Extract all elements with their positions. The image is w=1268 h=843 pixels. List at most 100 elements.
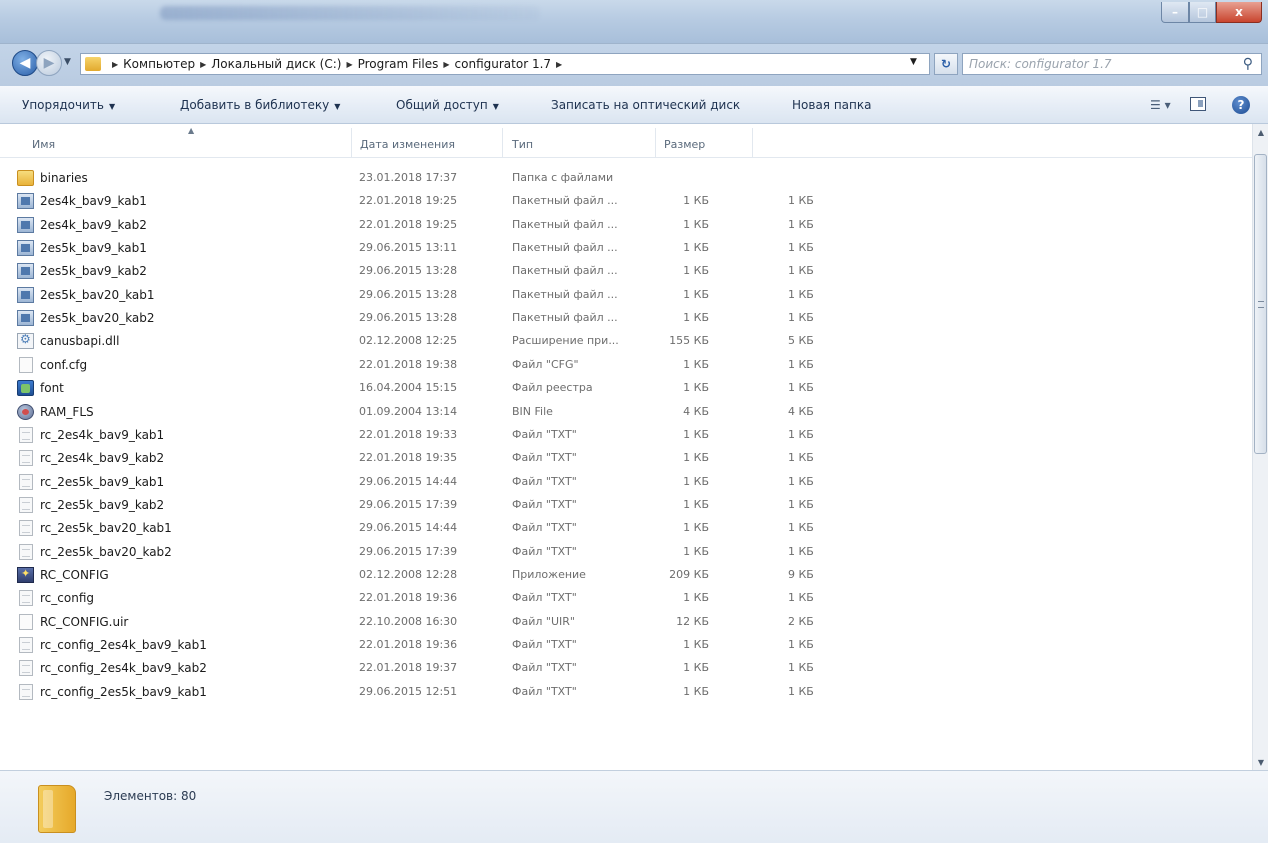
- search-icon[interactable]: ⚲: [1243, 56, 1253, 72]
- file-type: Расширение при...: [512, 334, 619, 348]
- folder-file-icon: [17, 170, 34, 186]
- file-size-on-disk: 1 КБ: [788, 544, 814, 558]
- file-name: font: [40, 381, 64, 396]
- file-type: Пакетный файл ...: [512, 217, 618, 231]
- column-size[interactable]: Размер: [664, 138, 705, 151]
- txt-file-icon: [19, 590, 33, 607]
- search-input[interactable]: Поиск: configurator 1.7 ⚲: [962, 53, 1262, 75]
- file-row[interactable]: 2es4k_bav9_kab1 22.01.2018 19:25 Пакетный …: [0, 190, 1252, 213]
- organize-button[interactable]: Упорядочить ▼: [22, 98, 115, 112]
- column-divider[interactable]: [752, 128, 753, 158]
- forward-button[interactable]: ▶: [36, 50, 62, 76]
- burn-button[interactable]: Записать на оптический диск: [551, 98, 740, 112]
- file-name: conf.cfg: [40, 357, 88, 372]
- column-type[interactable]: Тип: [512, 138, 533, 151]
- file-row[interactable]: conf.cfg 22.01.2018 19:38 Файл "CFG" 1 КБ 1 …: [0, 354, 1252, 377]
- vertical-scrollbar[interactable]: ▲ ▼: [1252, 124, 1268, 770]
- file-size: 1 КБ: [683, 311, 709, 325]
- file-row[interactable]: 2es5k_bav9_kab1 29.06.2015 13:11 Пакетный …: [0, 237, 1252, 260]
- file-type: Файл "UIR": [512, 614, 575, 628]
- file-row[interactable]: rc_config_2es4k_bav9_kab2 22.01.2018 19:3…: [0, 657, 1252, 680]
- file-name: rc_2es5k_bav20_kab2: [40, 544, 172, 559]
- file-size-on-disk: 1 КБ: [788, 311, 814, 325]
- scroll-up-icon[interactable]: ▲: [1253, 124, 1268, 140]
- file-size: 1 КБ: [683, 661, 709, 675]
- breadcrumb-program-files[interactable]: Program Files ▶: [358, 57, 455, 71]
- scroll-down-icon[interactable]: ▼: [1253, 754, 1268, 770]
- file-size-on-disk: 1 КБ: [788, 287, 814, 301]
- column-date[interactable]: Дата изменения: [360, 138, 455, 151]
- file-size-on-disk: 1 КБ: [788, 661, 814, 675]
- close-button[interactable]: x: [1216, 2, 1262, 23]
- refresh-button[interactable]: ↻: [934, 53, 958, 75]
- file-size: 1 КБ: [683, 381, 709, 395]
- recent-pages-dropdown-icon[interactable]: ▼: [64, 57, 71, 67]
- breadcrumb-configurator[interactable]: configurator 1.7 ▶: [455, 57, 568, 71]
- breadcrumb-computer[interactable]: Компьютер ▶: [123, 57, 211, 71]
- file-row[interactable]: rc_config_2es4k_bav9_kab1 22.01.2018 19:3…: [0, 634, 1252, 657]
- address-dropdown-icon[interactable]: ▼: [910, 57, 917, 67]
- scroll-thumb[interactable]: [1254, 154, 1267, 454]
- batch-file-icon: [17, 193, 34, 210]
- sort-ascending-icon: ▲: [188, 126, 195, 135]
- column-divider[interactable]: [351, 128, 352, 158]
- maximize-button[interactable]: □: [1189, 2, 1216, 23]
- file-row[interactable]: RAM_FLS 01.09.2004 13:14 BIN File 4 КБ 4 КБ: [0, 401, 1252, 424]
- file-row[interactable]: rc_2es5k_bav9_kab2 29.06.2015 17:39 Файл "…: [0, 494, 1252, 517]
- bin-file-icon: [17, 403, 34, 420]
- breadcrumb-local-disk[interactable]: Локальный диск (C:) ▶: [211, 57, 357, 71]
- txt-file-icon: [19, 683, 33, 700]
- file-type: Пакетный файл ...: [512, 287, 618, 301]
- file-size-on-disk: 1 КБ: [788, 591, 814, 605]
- column-divider[interactable]: [502, 128, 503, 158]
- file-date: 23.01.2018 17:37: [359, 171, 458, 184]
- file-row[interactable]: rc_2es5k_bav20_kab1 29.06.2015 14:44 Файл …: [0, 517, 1252, 540]
- file-name: 2es4k_bav9_kab1: [40, 194, 147, 209]
- file-row[interactable]: 2es4k_bav9_kab2 22.01.2018 19:25 Пакетный …: [0, 214, 1252, 237]
- file-size: 1 КБ: [683, 638, 709, 651]
- batch-file-icon: [17, 310, 34, 327]
- file-row[interactable]: font 16.04.2004 15:15 Файл реестра 1 КБ 1 КБ: [0, 377, 1252, 400]
- file-row[interactable]: RC_CONFIG.uir 22.10.2008 16:30 Файл "UIR" 1…: [0, 611, 1252, 634]
- file-row[interactable]: RC_CONFIG 02.12.2008 12:28 Приложение 209 К…: [0, 564, 1252, 587]
- column-name[interactable]: Имя: [32, 138, 55, 151]
- file-date: 22.01.2018 19:36: [359, 591, 458, 605]
- change-view-icon[interactable]: ☰ ▾: [1150, 98, 1171, 112]
- file-row[interactable]: canusbapi.dll 02.12.2008 12:25 Расширение …: [0, 330, 1252, 353]
- file-row[interactable]: binaries 23.01.2018 17:37 Папка с файлами: [0, 167, 1252, 190]
- txt-file-icon: [19, 520, 33, 537]
- app-file-icon: [17, 566, 34, 583]
- file-type: Пакетный файл ...: [512, 241, 618, 255]
- minimize-button[interactable]: –: [1161, 2, 1189, 23]
- file-date: 29.06.2015 17:39: [359, 544, 458, 558]
- file-type: Пакетный файл ...: [512, 264, 618, 278]
- file-row[interactable]: rc_2es4k_bav9_kab2 22.01.2018 19:35 Файл "…: [0, 447, 1252, 470]
- file-type: Пакетный файл ...: [512, 194, 618, 208]
- file-row[interactable]: 2es5k_bav20_kab1 29.06.2015 13:28 Пакетный…: [0, 284, 1252, 307]
- file-row[interactable]: 2es5k_bav9_kab2 29.06.2015 13:28 Пакетный …: [0, 260, 1252, 283]
- file-size: 1 КБ: [683, 217, 709, 231]
- folder-icon: [38, 785, 76, 833]
- file-row[interactable]: rc_config_2es5k_bav9_kab1 29.06.2015 12:5…: [0, 681, 1252, 704]
- file-row[interactable]: rc_config 22.01.2018 19:36 Файл "TXT" 1 КБ 1…: [0, 587, 1252, 610]
- new-folder-button[interactable]: Новая папка: [792, 98, 871, 112]
- title-glare: [160, 6, 540, 20]
- title-bar: – □ x: [0, 0, 1268, 44]
- back-button[interactable]: ◀: [12, 50, 38, 76]
- file-name: rc_2es5k_bav9_kab1: [40, 474, 165, 489]
- file-row[interactable]: rc_2es5k_bav20_kab2 29.06.2015 17:39 Файл …: [0, 541, 1252, 564]
- address-bar[interactable]: ▶ Компьютер ▶ Локальный диск (C:) ▶ Progra…: [80, 53, 930, 75]
- share-button[interactable]: Общий доступ ▼: [396, 98, 499, 112]
- file-row[interactable]: rc_2es5k_bav9_kab1 29.06.2015 14:44 Файл "…: [0, 471, 1252, 494]
- help-icon[interactable]: ?: [1232, 96, 1250, 114]
- add-to-library-button[interactable]: Добавить в библиотеку ▼: [180, 98, 340, 112]
- file-row[interactable]: rc_2es4k_bav9_kab1 22.01.2018 19:33 Файл "…: [0, 424, 1252, 447]
- file-size: 1 КБ: [683, 684, 709, 698]
- file-date: 02.12.2008 12:25: [359, 334, 458, 348]
- column-divider[interactable]: [655, 128, 656, 158]
- file-row[interactable]: 2es5k_bav20_kab2 29.06.2015 13:28 Пакетный…: [0, 307, 1252, 330]
- breadcrumb-separator-icon[interactable]: ▶: [107, 60, 123, 69]
- preview-pane-icon[interactable]: [1190, 97, 1206, 111]
- file-date: 29.06.2015 13:28: [359, 264, 458, 278]
- file-date: 22.01.2018 19:33: [359, 427, 458, 441]
